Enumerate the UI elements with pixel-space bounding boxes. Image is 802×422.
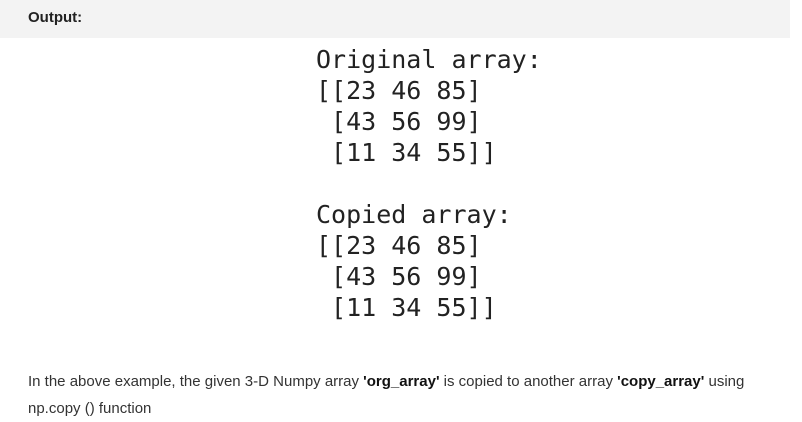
code-output-block: Original array: [[23 46 85] [43 56 99] [1… <box>316 44 542 323</box>
copied-array-row-2: [43 56 99] <box>316 262 482 291</box>
original-array-title: Original array: <box>316 45 542 74</box>
original-array-row-1: [[23 46 85] <box>316 76 482 105</box>
copied-array-row-1: [[23 46 85] <box>316 231 482 260</box>
copy-array-term: 'copy_array' <box>617 373 705 390</box>
copied-array-title: Copied array: <box>316 200 512 229</box>
original-array-row-3: [11 34 55]] <box>316 138 497 167</box>
org-array-term: 'org_array' <box>363 373 440 390</box>
description-paragraph: In the above example, the given 3-D Nump… <box>28 368 788 422</box>
output-panel: Original array: [[23 46 85] [43 56 99] [1… <box>0 38 790 343</box>
copied-array-row-3: [11 34 55]] <box>316 293 497 322</box>
output-heading: Output: <box>28 9 83 26</box>
original-array-row-2: [43 56 99] <box>316 107 482 136</box>
description-text-1: In the above example, the given 3-D Nump… <box>28 373 364 390</box>
output-heading-bar: Output: <box>0 0 790 38</box>
description-text-2: is copied to another array <box>439 373 618 390</box>
